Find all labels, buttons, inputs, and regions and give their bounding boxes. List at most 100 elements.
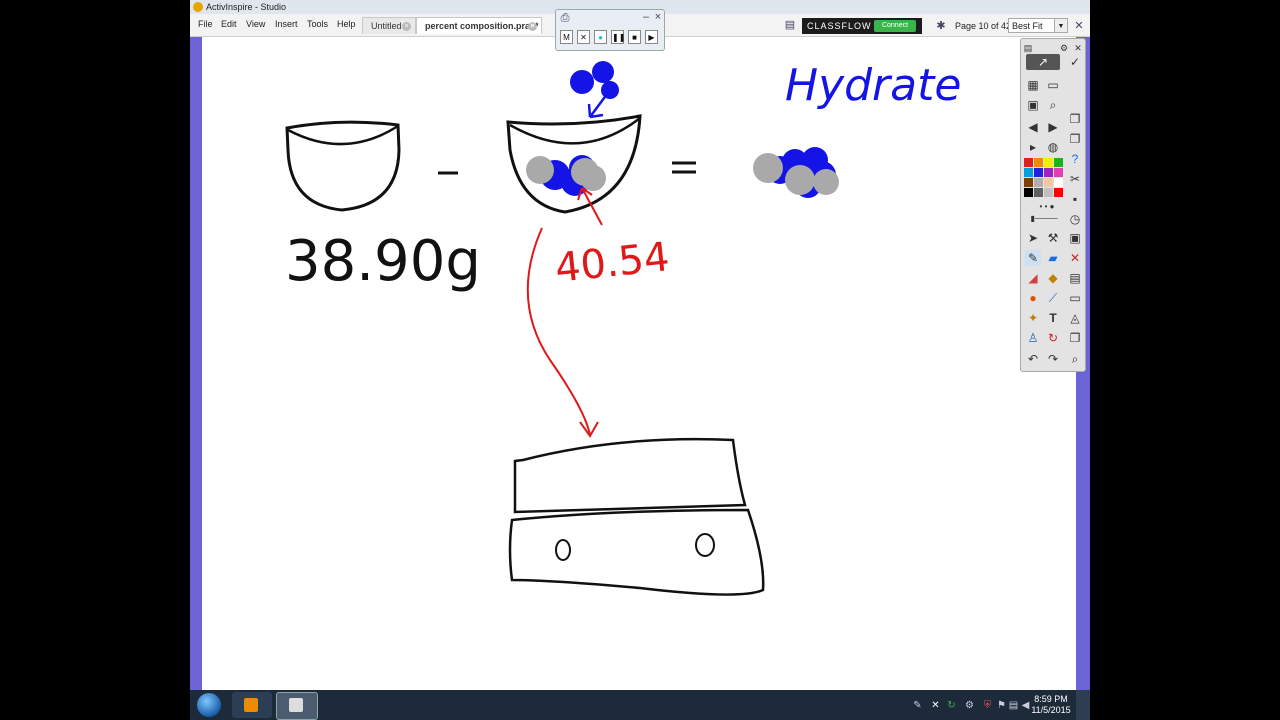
text-tool-icon[interactable]: T xyxy=(1045,310,1061,326)
duplicate-icon[interactable]: ❐ xyxy=(1067,330,1083,346)
scissors-icon[interactable]: ✂ xyxy=(1067,171,1083,187)
color-swatch[interactable] xyxy=(1044,168,1053,177)
toolbox-menu-icon[interactable]: ▤ xyxy=(1023,40,1033,53)
save-icon[interactable]: ▪ xyxy=(1067,191,1083,207)
flipchart-canvas[interactable]: Hydrate 38.90g 40.54 xyxy=(190,37,1090,690)
color-swatch[interactable] xyxy=(1024,158,1033,167)
shape-icon[interactable]: ● xyxy=(1025,290,1041,306)
activinspire-taskbar-button[interactable] xyxy=(276,692,318,720)
toolbox-close-icon[interactable]: ✕ xyxy=(1073,40,1083,53)
toolbox-settings-icon[interactable]: ⚙ xyxy=(1059,40,1069,53)
recorder-pause-button[interactable]: ❚❚ xyxy=(611,30,625,44)
color-swatch[interactable] xyxy=(1054,188,1063,197)
eraser-icon[interactable]: ◢ xyxy=(1025,270,1041,286)
tab-untitled[interactable]: Untitled × xyxy=(362,17,416,34)
menu-tools[interactable]: Tools xyxy=(307,19,328,29)
flipchart-icon[interactable]: ▦ xyxy=(1025,77,1041,93)
revert-icon[interactable]: ↻ xyxy=(1045,330,1061,346)
delete-icon[interactable]: ✕ xyxy=(1067,250,1083,266)
magic-ink-icon[interactable]: ✦ xyxy=(1025,310,1041,326)
tools-icon[interactable]: ⚒ xyxy=(1045,230,1061,246)
clock-icon[interactable]: ◷ xyxy=(1067,211,1083,227)
color-swatch[interactable] xyxy=(1034,158,1043,167)
redo-icon[interactable]: ↷ xyxy=(1045,351,1061,367)
select-arrow-icon[interactable]: ➤ xyxy=(1025,230,1041,246)
color-swatch[interactable] xyxy=(1024,178,1033,187)
highlighter-icon[interactable]: ▰ xyxy=(1045,250,1061,266)
recorder-record-button[interactable]: ● xyxy=(594,30,607,44)
clock-date: 11/5/2015 xyxy=(1031,705,1071,715)
color-swatch[interactable] xyxy=(1054,158,1063,167)
color-swatch[interactable] xyxy=(1024,188,1033,197)
recorder-play-button[interactable]: ▶ xyxy=(645,30,658,44)
classflow-connect-button[interactable]: Connect xyxy=(874,20,916,32)
check-icon[interactable]: ✓ xyxy=(1067,54,1083,70)
undo-icon[interactable]: ↶ xyxy=(1025,351,1041,367)
page-sorter-icon[interactable]: ▤ xyxy=(784,19,796,31)
balance-drawing xyxy=(513,437,747,514)
share-icon[interactable]: ↗ xyxy=(1026,54,1060,70)
left-canvas-border xyxy=(190,37,202,690)
globe-icon[interactable]: ◍ xyxy=(1045,139,1061,155)
tray-settings-icon[interactable]: ⚙ xyxy=(964,700,975,711)
tray-sync-icon[interactable]: ↻ xyxy=(946,700,957,711)
fullscreen-icon[interactable]: ✕ xyxy=(1073,20,1085,32)
tray-network-icon[interactable]: ▤ xyxy=(1008,700,1019,711)
window-title: ActivInspire - Studio xyxy=(206,2,287,12)
hydrate-heading: Hydrate xyxy=(785,60,962,111)
close-icon[interactable]: × xyxy=(652,11,664,23)
color-swatch[interactable] xyxy=(1034,178,1043,187)
tray-tools-icon[interactable]: ✎ xyxy=(912,700,923,711)
camera-icon[interactable]: ▣ xyxy=(1067,230,1083,246)
menu-insert[interactable]: Insert xyxy=(275,19,298,29)
page-copy-icon[interactable]: ❐ xyxy=(1067,111,1083,127)
tab-percent-composition[interactable]: percent composition.prac* × xyxy=(416,17,542,34)
taskbar-clock[interactable]: 8:59 PM 11/5/2015 xyxy=(1028,694,1074,716)
pen-width-slider[interactable]: ▮──── xyxy=(1025,211,1063,227)
tool-store-icon[interactable]: ♙ xyxy=(1025,330,1041,346)
zoom-select[interactable]: Best Fit ▼ xyxy=(1008,18,1068,33)
tray-close-icon[interactable]: ✕ xyxy=(930,700,941,711)
menu-edit[interactable]: Edit xyxy=(221,19,237,29)
menu-view[interactable]: View xyxy=(246,19,265,29)
close-tab-icon[interactable]: × xyxy=(402,22,411,31)
media-player-taskbar-button[interactable] xyxy=(232,692,272,718)
color-swatch[interactable] xyxy=(1054,168,1063,177)
zoom-icon[interactable]: ⌕ xyxy=(1045,97,1061,113)
color-swatch[interactable] xyxy=(1044,178,1053,187)
play-icon[interactable]: ▸ xyxy=(1025,139,1041,155)
close-tab-icon[interactable]: × xyxy=(528,22,537,31)
connector-icon[interactable]: ⟋ xyxy=(1045,290,1061,306)
show-desktop-button[interactable] xyxy=(1076,690,1090,720)
pictures-icon[interactable]: ▣ xyxy=(1025,97,1041,113)
color-swatch[interactable] xyxy=(1044,188,1053,197)
spotlight-icon[interactable]: ◬ xyxy=(1067,310,1083,326)
recorder-stop-button[interactable]: ■ xyxy=(628,30,641,44)
recorder-mode-button[interactable]: M xyxy=(560,30,573,44)
previous-page-icon[interactable]: ◀ xyxy=(1025,119,1041,135)
minimize-icon[interactable]: – xyxy=(640,11,652,23)
clear-icon[interactable]: ▭ xyxy=(1067,290,1083,306)
recorder-cancel-button[interactable]: ✕ xyxy=(577,30,590,44)
menu-file[interactable]: File xyxy=(198,19,213,29)
network-icon[interactable]: ✱ xyxy=(935,20,947,32)
reset-page-icon[interactable]: ▤ xyxy=(1067,270,1083,286)
color-swatch[interactable] xyxy=(1034,168,1043,177)
color-swatch[interactable] xyxy=(1044,158,1053,167)
tray-shield-icon[interactable]: ⛨ xyxy=(982,700,993,711)
help-icon[interactable]: ? xyxy=(1067,151,1083,167)
color-swatch[interactable] xyxy=(1034,188,1043,197)
page-duplicate-icon[interactable]: ❐ xyxy=(1067,131,1083,147)
next-page-icon[interactable]: ▶ xyxy=(1045,119,1061,135)
menu-help[interactable]: Help xyxy=(337,19,356,29)
color-swatch[interactable] xyxy=(1024,168,1033,177)
pen-icon[interactable]: ✎ xyxy=(1025,250,1041,266)
fill-icon[interactable]: ◆ xyxy=(1045,270,1061,286)
tray-flag-icon[interactable]: ⚑ xyxy=(996,700,1007,711)
recorder-icon: ⎙ xyxy=(560,12,570,24)
browser-icon[interactable]: ▭ xyxy=(1045,77,1061,93)
main-toolbox: ▤ ⚙ ✕ ↗ ✓ ▦ ▭ ▣ ⌕ ❐ ◀ ▶ ❐ ▸ ◍ ? ✂ ▪ • • … xyxy=(1020,38,1086,372)
magnifier-icon[interactable]: ⌕ xyxy=(1067,351,1083,367)
start-button[interactable] xyxy=(197,693,221,717)
color-swatch[interactable] xyxy=(1054,178,1063,187)
